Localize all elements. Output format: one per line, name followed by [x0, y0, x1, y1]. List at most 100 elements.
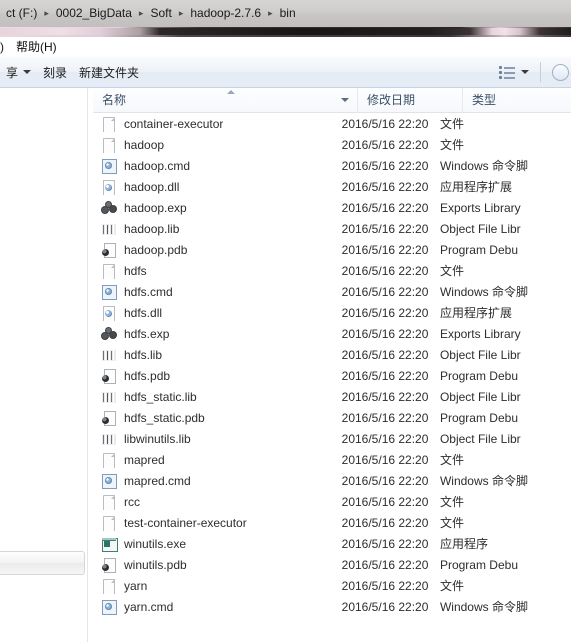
file-name-cell[interactable]: hadoop.lib	[93, 221, 342, 237]
table-row[interactable]: hdfs.lib 2016/5/16 22:20 Object File Libr	[93, 344, 571, 365]
file-type-cell: Object File Libr	[439, 389, 521, 404]
column-header-type[interactable]: 类型	[463, 88, 571, 113]
toolbar-share-button[interactable]: 享	[0, 61, 37, 83]
menu-bar: ) 帮助(H)	[0, 37, 571, 57]
table-row[interactable]: hadoop 2016/5/16 22:20 文件	[93, 134, 571, 155]
file-name-cell[interactable]: winutils.exe	[93, 536, 342, 552]
toolbar-burn-button[interactable]: 刻录	[37, 61, 73, 83]
file-name-cell[interactable]: hdfs_static.pdb	[93, 410, 342, 426]
file-name-cell[interactable]: hdfs_static.lib	[93, 389, 342, 405]
breadcrumb-item-4[interactable]: bin	[276, 5, 300, 22]
table-row[interactable]: hdfs.dll 2016/5/16 22:20 应用程序扩展	[93, 302, 571, 323]
table-row[interactable]: container-executor 2016/5/16 22:20 文件	[93, 113, 571, 134]
file-date-cell: 2016/5/16 22:20	[341, 557, 429, 572]
column-header-row: 名称 修改日期 类型	[93, 88, 571, 113]
help-icon	[552, 63, 569, 81]
file-type-cell: 文件	[439, 579, 464, 593]
file-name-cell[interactable]: test-container-executor	[93, 515, 342, 531]
file-date-cell: 2016/5/16 22:20	[341, 179, 429, 194]
file-type-cell: 文件	[439, 495, 464, 509]
file-date-cell: 2016/5/16 22:20	[341, 578, 429, 593]
file-name-cell[interactable]: hadoop.dll	[93, 179, 342, 195]
table-row[interactable]: hdfs.cmd 2016/5/16 22:20 Windows 命令脚	[93, 281, 571, 302]
file-name-label: hadoop.dll	[124, 179, 180, 194]
file-name-cell[interactable]: yarn	[93, 578, 342, 594]
column-filter-chevron-icon[interactable]	[341, 97, 349, 102]
file-type-cell: Windows 命令脚	[439, 474, 528, 488]
table-row[interactable]: hdfs.exp 2016/5/16 22:20 Exports Library	[93, 323, 571, 344]
file-name-cell[interactable]: winutils.pdb	[93, 557, 342, 573]
table-row[interactable]: hadoop.pdb 2016/5/16 22:20 Program Debu	[93, 239, 571, 260]
file-name-cell[interactable]: hadoop	[93, 137, 342, 153]
toolbar-new-folder-label: 新建文件夹	[79, 65, 140, 80]
table-row[interactable]: hdfs.pdb 2016/5/16 22:20 Program Debu	[93, 365, 571, 386]
command-toolbar: 享 刻录 新建文件夹	[0, 57, 571, 88]
navigation-pane[interactable]	[0, 88, 88, 642]
file-date-cell: 2016/5/16 22:20	[341, 473, 429, 488]
file-name-cell[interactable]: rcc	[93, 494, 342, 510]
file-name-cell[interactable]: hadoop.pdb	[93, 242, 342, 258]
breadcrumb-item-2[interactable]: Soft	[146, 5, 175, 22]
table-row[interactable]: hdfs_static.pdb 2016/5/16 22:20 Program De…	[93, 407, 571, 428]
table-row[interactable]: rcc 2016/5/16 22:20 文件	[93, 491, 571, 512]
table-row[interactable]: hadoop.exp 2016/5/16 22:20 Exports Library	[93, 197, 571, 218]
list-view-icon	[499, 65, 516, 80]
table-row[interactable]: winutils.pdb 2016/5/16 22:20 Program Debu	[93, 554, 571, 575]
table-row[interactable]: yarn 2016/5/16 22:20 文件	[93, 575, 571, 596]
table-row[interactable]: hdfs 2016/5/16 22:20 文件	[93, 260, 571, 281]
table-row[interactable]: mapred 2016/5/16 22:20 文件	[93, 449, 571, 470]
pdb-file-icon	[102, 368, 116, 384]
table-row[interactable]: yarn.cmd 2016/5/16 22:20 Windows 命令脚	[93, 596, 571, 617]
breadcrumb-item-1[interactable]: 0002_BigData	[52, 5, 136, 22]
file-name-label: hdfs	[124, 263, 147, 278]
toolbar-new-folder-button[interactable]: 新建文件夹	[73, 61, 145, 83]
file-date-cell: 2016/5/16 22:20	[341, 326, 429, 341]
lib-file-icon	[102, 221, 116, 237]
table-row[interactable]: hadoop.lib 2016/5/16 22:20 Object File Lib…	[93, 218, 571, 239]
breadcrumb-separator-0[interactable]: ▸	[41, 6, 52, 21]
file-name-cell[interactable]: hdfs.exp	[93, 326, 342, 342]
column-header-date[interactable]: 修改日期	[358, 88, 463, 113]
table-row[interactable]: winutils.exe 2016/5/16 22:20 应用程序	[93, 533, 571, 554]
breadcrumb-separator-3[interactable]: ▸	[265, 6, 276, 21]
chevron-down-icon	[23, 70, 32, 74]
file-name-label: mapred.cmd	[124, 473, 191, 488]
file-name-cell[interactable]: hdfs.lib	[93, 347, 342, 363]
view-mode-button[interactable]	[493, 61, 535, 83]
address-bar[interactable]: ct (F:) ▸ 0002_BigData ▸ Soft ▸ hadoop-2…	[0, 0, 571, 28]
column-header-name[interactable]: 名称	[93, 88, 358, 113]
file-name-cell[interactable]: mapred	[93, 452, 342, 468]
table-row[interactable]: mapred.cmd 2016/5/16 22:20 Windows 命令脚	[93, 470, 571, 491]
table-row[interactable]: hdfs_static.lib 2016/5/16 22:20 Object Fil…	[93, 386, 571, 407]
pdb-file-icon	[102, 557, 116, 573]
table-row[interactable]: libwinutils.lib 2016/5/16 22:20 Object Fil…	[93, 428, 571, 449]
file-name-cell[interactable]: container-executor	[93, 116, 342, 132]
menu-item-clipped[interactable]: )	[0, 38, 10, 56]
file-name-cell[interactable]: libwinutils.lib	[93, 431, 342, 447]
navigation-pane-selected-item[interactable]	[0, 551, 85, 575]
file-name-cell[interactable]: hadoop.exp	[93, 200, 342, 216]
file-name-cell[interactable]: mapred.cmd	[93, 473, 342, 489]
file-name-cell[interactable]: hdfs	[93, 263, 342, 279]
table-row[interactable]: hadoop.cmd 2016/5/16 22:20 Windows 命令脚	[93, 155, 571, 176]
file-name-cell[interactable]: yarn.cmd	[93, 599, 342, 615]
help-button[interactable]	[546, 61, 571, 83]
breadcrumb-separator-2[interactable]: ▸	[176, 6, 187, 21]
file-name-cell[interactable]: hdfs.dll	[93, 305, 342, 321]
menu-item-help[interactable]: 帮助(H)	[10, 38, 63, 56]
file-name-cell[interactable]: hdfs.pdb	[93, 368, 342, 384]
breadcrumb-item-0[interactable]: ct (F:)	[2, 5, 41, 22]
doc-file-icon	[102, 116, 116, 132]
file-name-cell[interactable]: hadoop.cmd	[93, 158, 342, 174]
breadcrumb-separator-1[interactable]: ▸	[136, 6, 147, 21]
breadcrumb-item-3[interactable]: hadoop-2.7.6	[186, 5, 265, 22]
file-list[interactable]: container-executor 2016/5/16 22:20 文件 hadoo…	[93, 113, 571, 617]
file-name-label: hdfs_static.pdb	[124, 410, 205, 425]
table-row[interactable]: test-container-executor 2016/5/16 22:20 文件	[93, 512, 571, 533]
file-type-cell: Program Debu	[439, 557, 518, 572]
toolbar-burn-label: 刻录	[43, 65, 68, 80]
explorer-window: ct (F:) ▸ 0002_BigData ▸ Soft ▸ hadoop-2…	[0, 0, 571, 642]
file-name-cell[interactable]: hdfs.cmd	[93, 284, 342, 300]
table-row[interactable]: hadoop.dll 2016/5/16 22:20 应用程序扩展	[93, 176, 571, 197]
pane-splitter[interactable]	[87, 88, 88, 642]
